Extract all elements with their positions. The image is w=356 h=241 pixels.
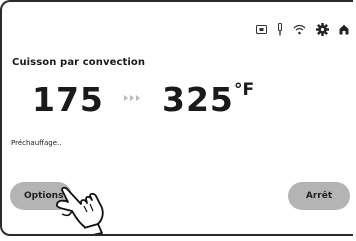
current-temperature: 175 bbox=[32, 80, 104, 119]
tap-hand-icon bbox=[54, 184, 116, 234]
preheat-status: Préchauffage.. bbox=[11, 139, 62, 147]
target-temperature[interactable]: 325 bbox=[162, 80, 234, 119]
wifi-icon[interactable] bbox=[293, 24, 306, 35]
temperature-unit: °F bbox=[234, 80, 255, 100]
oven-display: Cuisson par convection 175 325 °F Précha… bbox=[0, 0, 353, 236]
stop-button[interactable]: Arrêt bbox=[288, 182, 350, 210]
progress-arrows-icon bbox=[124, 95, 140, 101]
status-bar bbox=[256, 18, 353, 40]
temperature-display: 175 325 °F bbox=[32, 80, 332, 120]
camera-icon[interactable] bbox=[256, 24, 267, 34]
probe-icon[interactable] bbox=[277, 22, 283, 36]
home-icon[interactable] bbox=[339, 24, 349, 35]
cooking-mode-title: Cuisson par convection bbox=[12, 57, 146, 68]
settings-gear-icon[interactable] bbox=[316, 22, 329, 36]
